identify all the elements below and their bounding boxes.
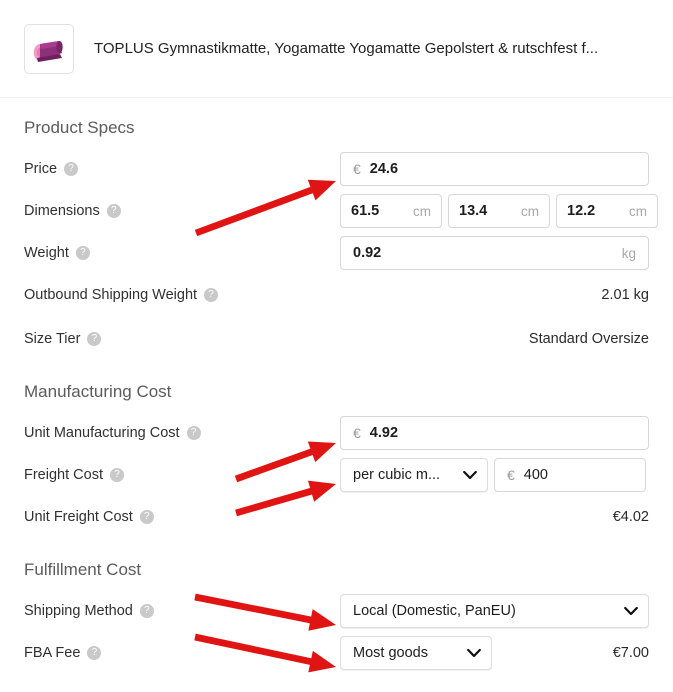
manufacturing-cost-heading: Manufacturing Cost (24, 382, 172, 401)
unit-manufacturing-cost-label: Unit Manufacturing Cost (24, 425, 180, 441)
product-title: TOPLUS Gymnastikmatte, Yogamatte Yogamat… (94, 40, 599, 57)
euro-symbol-icon: € (353, 425, 361, 441)
shipping-method-value: Local (Domestic, PanEU) (353, 603, 516, 619)
unit-manufacturing-cost-label-group: Unit Manufacturing Cost ? (24, 425, 340, 441)
unit-manufacturing-cost-input[interactable]: € 4.92 (340, 416, 649, 450)
fba-fee-select[interactable]: Most goods (340, 636, 492, 670)
euro-symbol-icon: € (353, 161, 361, 177)
price-label-group: Price ? (24, 161, 340, 177)
unit-manufacturing-cost-value: 4.92 (369, 425, 399, 441)
price-value: 24.6 (369, 161, 399, 177)
dimension-width-input[interactable]: 13.4 cm (448, 194, 550, 228)
row-fba-fee: FBA Fee ? Most goods €7.00 (24, 636, 649, 670)
yoga-mat-thumbnail-icon (33, 40, 63, 62)
help-icon[interactable]: ? (139, 510, 154, 524)
row-unit-freight-cost: Unit Freight Cost ? €4.02 (24, 500, 649, 534)
freight-cost-label: Freight Cost (24, 467, 103, 483)
unit-freight-cost-value: €4.02 (612, 509, 649, 525)
outbound-shipping-weight-value: 2.01 kg (601, 287, 649, 303)
section-manufacturing-cost: Manufacturing Cost Unit Manufacturing Co… (24, 382, 649, 534)
fba-fee-value: Most goods (353, 645, 428, 661)
euro-symbol-icon: € (507, 467, 515, 483)
freight-cost-method-value: per cubic m... (353, 467, 441, 483)
dimension-length-value: 61.5 (351, 203, 380, 219)
help-icon[interactable]: ? (186, 426, 201, 440)
freight-cost-field-area: per cubic m... € 400 (340, 458, 649, 492)
help-icon[interactable]: ? (109, 468, 124, 482)
dimensions-label: Dimensions (24, 203, 100, 219)
help-icon[interactable]: ? (87, 332, 102, 346)
help-icon[interactable]: ? (87, 646, 102, 660)
fba-fee-amount: €7.00 (612, 645, 649, 661)
freight-cost-label-group: Freight Cost ? (24, 467, 340, 483)
chevron-down-icon (455, 647, 481, 660)
section-fulfillment-cost: Fulfillment Cost Shipping Method ? Local… (24, 560, 649, 670)
row-unit-manufacturing-cost: Unit Manufacturing Cost ? € 4.92 (24, 416, 649, 450)
weight-label: Weight (24, 245, 69, 261)
weight-unit: kg (621, 245, 636, 261)
size-tier-field-area: Standard Oversize (340, 331, 649, 347)
weight-label-group: Weight ? (24, 245, 340, 261)
shipping-method-label-group: Shipping Method ? (24, 603, 340, 619)
row-dimensions: Dimensions ? 61.5 cm 13.4 cm 12.2 cm (24, 194, 658, 228)
dimension-width-value: 13.4 (459, 203, 488, 219)
product-header: TOPLUS Gymnastikmatte, Yogamatte Yogamat… (0, 0, 673, 98)
dimension-height-input[interactable]: 12.2 cm (556, 194, 658, 228)
unit-manufacturing-cost-field-area: € 4.92 (340, 416, 649, 450)
product-thumbnail[interactable] (24, 23, 74, 74)
size-tier-label: Size Tier (24, 331, 81, 347)
freight-cost-amount-input[interactable]: € 400 (494, 458, 646, 492)
help-icon[interactable]: ? (75, 246, 90, 260)
help-icon[interactable]: ? (139, 604, 154, 618)
outbound-shipping-weight-label-group: Outbound Shipping Weight ? (24, 287, 340, 303)
row-price: Price ? € 24.6 (24, 152, 649, 186)
size-tier-label-group: Size Tier ? (24, 331, 340, 347)
row-freight-cost: Freight Cost ? per cubic m... € 400 (24, 458, 649, 492)
fba-fee-label: FBA Fee (24, 645, 81, 661)
dimension-length-input[interactable]: 61.5 cm (340, 194, 442, 228)
weight-value: 0.92 (353, 245, 382, 261)
unit-freight-cost-label: Unit Freight Cost (24, 509, 133, 525)
dimension-width-unit: cm (521, 203, 539, 219)
row-shipping-method: Shipping Method ? Local (Domestic, PanEU… (24, 594, 649, 628)
shipping-method-label: Shipping Method (24, 603, 133, 619)
price-field-area: € 24.6 (340, 152, 649, 186)
help-icon[interactable]: ? (204, 288, 219, 302)
outbound-shipping-weight-label: Outbound Shipping Weight (24, 287, 198, 303)
chevron-down-icon (612, 605, 638, 618)
weight-field-area: 0.92 kg (340, 236, 649, 270)
unit-freight-cost-field-area: €4.02 (340, 509, 649, 525)
fba-fee-label-group: FBA Fee ? (24, 645, 340, 661)
section-product-specs: Product Specs Price ? € 24.6 Dimensions … (24, 118, 658, 356)
outbound-shipping-weight-field-area: 2.01 kg (340, 287, 649, 303)
row-weight: Weight ? 0.92 kg (24, 236, 649, 270)
price-input[interactable]: € 24.6 (340, 152, 649, 186)
help-icon[interactable]: ? (64, 162, 79, 176)
freight-cost-amount-value: 400 (523, 467, 548, 483)
fulfillment-cost-heading: Fulfillment Cost (24, 560, 142, 579)
dimensions-label-group: Dimensions ? (24, 203, 340, 219)
price-label: Price (24, 161, 58, 177)
dimension-height-value: 12.2 (567, 203, 596, 219)
freight-cost-method-select[interactable]: per cubic m... (340, 458, 488, 492)
unit-freight-cost-label-group: Unit Freight Cost ? (24, 509, 340, 525)
row-outbound-shipping-weight: Outbound Shipping Weight ? 2.01 kg (24, 278, 649, 312)
dimension-height-unit: cm (629, 203, 647, 219)
shipping-method-select[interactable]: Local (Domestic, PanEU) (340, 594, 649, 628)
product-specs-heading: Product Specs (24, 118, 135, 137)
fba-fee-field-area: Most goods €7.00 (340, 636, 649, 670)
size-tier-value: Standard Oversize (528, 331, 649, 347)
row-size-tier: Size Tier ? Standard Oversize (24, 322, 649, 356)
dimensions-field-area: 61.5 cm 13.4 cm 12.2 cm (340, 194, 658, 228)
help-icon[interactable]: ? (106, 204, 121, 218)
weight-input[interactable]: 0.92 kg (340, 236, 649, 270)
dimension-length-unit: cm (413, 203, 431, 219)
shipping-method-field-area: Local (Domestic, PanEU) (340, 594, 649, 628)
chevron-down-icon (451, 469, 477, 482)
